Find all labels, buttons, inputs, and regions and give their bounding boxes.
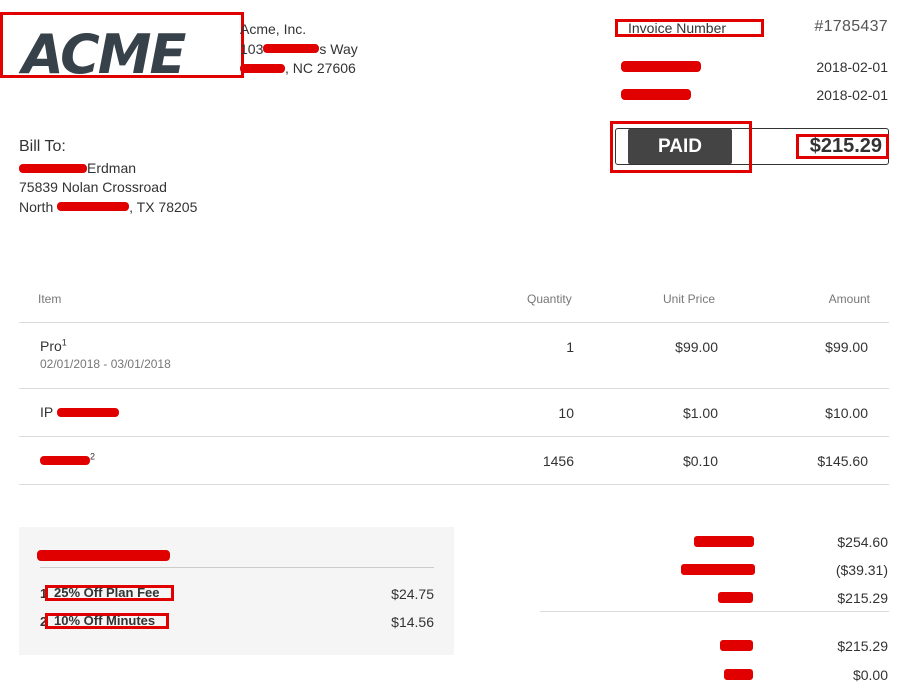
due-date: 2018-02-01 xyxy=(816,87,888,103)
divider xyxy=(540,611,889,612)
divider xyxy=(19,388,889,389)
due-date-label-redacted xyxy=(621,89,691,100)
due-value: $0.00 xyxy=(852,667,888,683)
due-label-redacted xyxy=(724,669,753,680)
company-address: Acme, Inc. 103 s Way , NC 27606 xyxy=(240,20,358,79)
footnote-marker: 1 xyxy=(61,337,67,348)
discount-amount: $14.56 xyxy=(391,614,434,630)
total-value: $215.29 xyxy=(837,590,888,606)
line-item-period: 02/01/2018 - 03/01/2018 xyxy=(40,357,171,371)
redacted-text xyxy=(56,407,119,417)
line-item-name: 2 xyxy=(40,452,95,468)
discounts-title-redacted xyxy=(37,550,170,561)
paid-badge-highlight xyxy=(610,121,752,173)
column-header-amount: Amount xyxy=(828,292,870,306)
customer-city-suffix: , TX 78205 xyxy=(129,198,198,215)
company-logo: ACME xyxy=(0,12,244,82)
redacted-text xyxy=(57,202,130,212)
divider xyxy=(19,484,889,485)
line-item-quantity: 10 xyxy=(558,405,574,421)
column-header-item: Item xyxy=(38,292,62,306)
customer-city-prefix: North xyxy=(19,198,58,215)
company-city-suffix: , NC 27606 xyxy=(285,60,356,76)
company-street-prefix: 103 xyxy=(240,40,264,57)
company-street-suffix: s Way xyxy=(319,40,358,57)
line-item-quantity: 1456 xyxy=(542,453,574,469)
redacted-text xyxy=(263,44,320,54)
redacted-text xyxy=(19,163,87,173)
issue-date: 2018-02-01 xyxy=(816,59,888,75)
divider xyxy=(40,567,434,568)
discount-amount: $24.75 xyxy=(391,586,434,602)
column-header-quantity: Quantity xyxy=(527,292,572,306)
bill-to-address: Erdman 75839 Nolan Crossroad North , TX … xyxy=(19,159,197,217)
line-item-unit-price: $1.00 xyxy=(682,405,718,421)
discounts-label-redacted xyxy=(681,564,755,575)
invoice-amount: $215.29 xyxy=(796,134,889,159)
line-item-label: IP xyxy=(40,404,57,420)
issue-date-label-redacted xyxy=(621,61,701,72)
bill-to-title: Bill To: xyxy=(19,138,66,155)
line-item-quantity: 1 xyxy=(566,339,574,355)
company-name: Acme, Inc. xyxy=(240,21,307,37)
footnote-marker: 2 xyxy=(90,451,96,462)
invoice-number-label: Invoice Number xyxy=(615,19,764,37)
line-item-amount: $145.60 xyxy=(817,453,868,469)
paid-label-redacted xyxy=(720,640,753,651)
discount-label: 25% Off Plan Fee xyxy=(45,585,174,601)
redacted-text xyxy=(240,63,285,73)
invoice-number: #1785437 xyxy=(814,18,888,35)
logo-text: ACME xyxy=(22,23,186,86)
discount-label: 10% Off Minutes xyxy=(45,613,169,629)
line-item-name: IP xyxy=(40,404,119,420)
customer-name-suffix: Erdman xyxy=(87,160,137,176)
line-item-unit-price: $0.10 xyxy=(682,453,718,469)
divider xyxy=(19,322,889,323)
line-item-unit-price: $99.00 xyxy=(675,339,718,355)
line-item-label: Pro xyxy=(40,338,62,354)
total-label-redacted xyxy=(718,592,753,603)
subtotal-value: $254.60 xyxy=(837,534,888,550)
paid-value: $215.29 xyxy=(837,638,888,654)
divider xyxy=(19,436,889,437)
line-item-amount: $10.00 xyxy=(825,405,868,421)
redacted-text xyxy=(40,455,90,465)
line-item-amount: $99.00 xyxy=(825,339,868,355)
column-header-unit-price: Unit Price xyxy=(663,292,716,306)
discounts-value: ($39.31) xyxy=(835,562,888,578)
subtotal-label-redacted xyxy=(694,536,754,547)
line-item-name: Pro1 xyxy=(40,338,67,354)
customer-street: 75839 Nolan Crossroad xyxy=(19,179,167,196)
